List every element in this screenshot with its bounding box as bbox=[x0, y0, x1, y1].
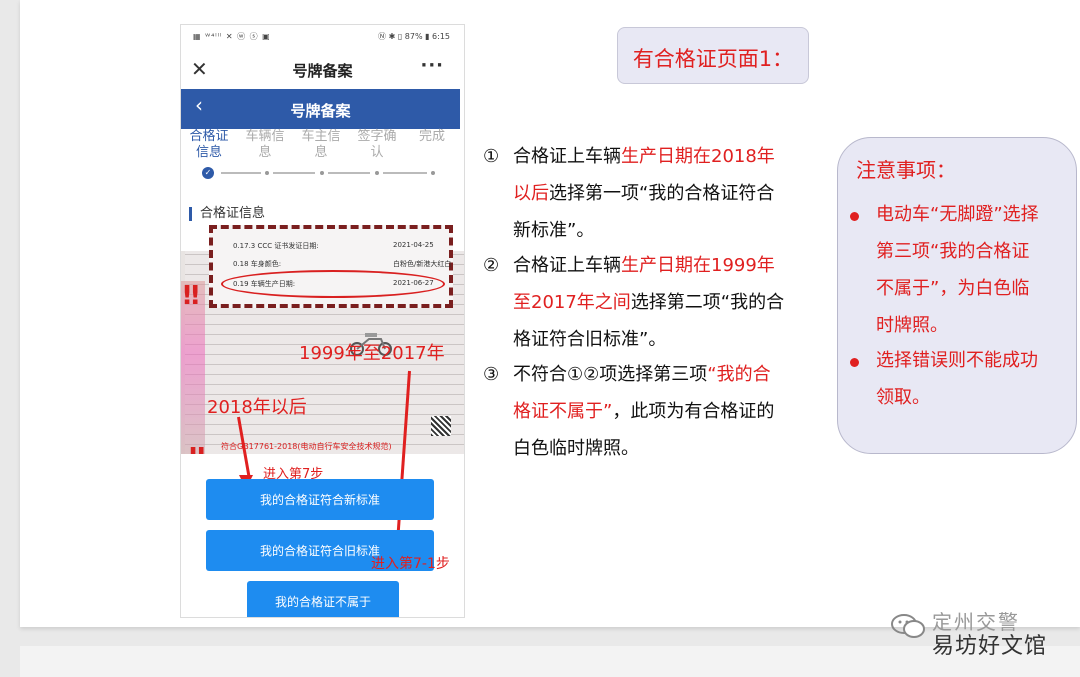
section-title: 合格证信息 bbox=[189, 207, 265, 221]
page-header: ‹ 号牌备案 bbox=[181, 89, 460, 129]
text-span: 合格证上车辆 bbox=[513, 146, 621, 167]
watermark: 定州交警 易坊好文馆 bbox=[890, 606, 1070, 666]
step-complete[interactable]: 完成 bbox=[406, 129, 458, 145]
step-vehicle-info[interactable]: 车辆信 息 bbox=[239, 129, 291, 161]
text-span: 不符合①②项选择第三项 bbox=[513, 364, 708, 385]
bullet-icon bbox=[850, 212, 859, 221]
step-label: 信息 bbox=[195, 145, 222, 160]
text-span: 白色临时牌照。 bbox=[513, 438, 639, 459]
step-label: 息 bbox=[314, 145, 328, 160]
text-span-highlight: 生产日期在1999年 bbox=[621, 255, 775, 276]
text-span: 新标准”。 bbox=[513, 220, 595, 241]
step-sign-confirm[interactable]: 签字确 认 bbox=[351, 129, 403, 161]
progress-dot bbox=[431, 171, 435, 175]
progress-line bbox=[328, 172, 370, 174]
text-line: 第三项“我的合格证 bbox=[876, 241, 1030, 262]
watermark-site: 易坊好文馆 bbox=[932, 634, 1048, 659]
text-span: 选择第一项“我的合格证符合 bbox=[549, 183, 775, 204]
item-number: ③ bbox=[483, 364, 500, 385]
step-owner-info[interactable]: 车主信 息 bbox=[295, 129, 347, 161]
text-line: 不符合①②项选择第三项“我的合 bbox=[513, 356, 774, 393]
text-line: 合格证上车辆生产日期在2018年 bbox=[513, 138, 775, 175]
status-bar: ▦ ᵂ⁴ˡˡˡ ✕ ⓦ ⓢ ▣ Ⓝ ✱ ▯ 87% ▮ 6:15 bbox=[181, 25, 464, 47]
text-line: 领取。 bbox=[876, 387, 930, 408]
step-label: 认 bbox=[370, 145, 384, 160]
text-line: 格证符合旧标准”。 bbox=[513, 321, 784, 358]
step-label: 合格证 bbox=[189, 129, 229, 144]
text-line: 选择错误则不能成功 bbox=[876, 350, 1038, 371]
text-span-highlight: 以后 bbox=[513, 183, 549, 204]
progress-dot bbox=[265, 171, 269, 175]
new-standard-button[interactable]: 我的合格证符合新标准 bbox=[206, 479, 434, 520]
bullet-icon bbox=[850, 358, 859, 367]
step-label: 车主信 bbox=[301, 129, 341, 144]
cert-label: 0.17.3 CCC 证书发证日期: bbox=[233, 242, 319, 250]
text-span-highlight: 生产日期在2018年 bbox=[621, 146, 775, 167]
text-line: 时牌照。 bbox=[876, 315, 948, 336]
notice-box: 注意事项： 电动车“无脚蹬”选择 第三项“我的合格证 不属于”，为白色临 时牌照… bbox=[837, 137, 1077, 454]
text-span-highlight: 至2017年之间 bbox=[513, 292, 631, 313]
progress-dot bbox=[320, 171, 324, 175]
phone-screenshot: ▦ ᵂ⁴ˡˡˡ ✕ ⓦ ⓢ ▣ Ⓝ ✱ ▯ 87% ▮ 6:15 ✕ 号牌备案 … bbox=[180, 24, 465, 618]
more-icon[interactable]: ··· bbox=[420, 55, 444, 76]
text-span: ，此项为有合格证的 bbox=[612, 401, 775, 422]
step-label: 车辆信 bbox=[245, 129, 285, 144]
status-icons-left: ▦ ᵂ⁴ˡˡˡ ✕ ⓦ ⓢ ▣ bbox=[193, 32, 271, 41]
progress-line bbox=[383, 172, 427, 174]
not-belong-button[interactable]: 我的合格证不属于 bbox=[247, 581, 399, 617]
wechat-icon bbox=[891, 614, 925, 638]
text-line: 以后选择第一项“我的合格证符合 bbox=[513, 175, 775, 212]
cert-value: 白粉色/新港大红白 bbox=[393, 260, 452, 268]
cert-value: 2021-04-25 bbox=[393, 241, 434, 249]
text-line: 格证不属于”，此项为有合格证的 bbox=[513, 393, 774, 430]
annotation-step7-1: 进入第7-1步 bbox=[371, 556, 450, 572]
status-icons-right: Ⓝ ✱ ▯ 87% ▮ 6:15 bbox=[378, 32, 450, 41]
notice-title: 注意事项： bbox=[856, 158, 956, 182]
text-span: 格证符合旧标准”。 bbox=[513, 329, 667, 350]
cert-label: 0.18 车身颜色: bbox=[233, 260, 282, 268]
cert-row: 0.17.3 CCC 证书发证日期: 2021-04-25 bbox=[233, 241, 434, 251]
check-icon: ✓ bbox=[202, 167, 214, 179]
notice-item-2: 选择错误则不能成功 领取。 bbox=[876, 342, 1038, 416]
qr-code bbox=[431, 416, 451, 436]
warning-icon: ‼ bbox=[189, 443, 205, 454]
text-span: 选择第二项“我的合 bbox=[630, 292, 785, 313]
text-line: 电动车“无脚蹬”选择 bbox=[876, 204, 1039, 225]
text-span: 合格证上车辆 bbox=[513, 255, 621, 276]
warning-icon: ‼ bbox=[183, 281, 200, 311]
heading-box: 有合格证页面1： bbox=[617, 27, 809, 84]
production-date-highlight bbox=[221, 270, 445, 298]
heading-text: 有合格证页面1： bbox=[632, 47, 794, 71]
progress-dot bbox=[375, 171, 379, 175]
item-number: ① bbox=[483, 146, 500, 167]
text-line: 新标准”。 bbox=[513, 212, 775, 249]
step-label: 签字确 bbox=[357, 129, 397, 144]
text-line: 白色临时牌照。 bbox=[513, 430, 774, 467]
standard-note: 符合GB17761-2018(电动自行车安全技术规范) bbox=[221, 442, 392, 451]
text-span-highlight: “我的合 bbox=[707, 364, 771, 385]
item-text: 不符合①②项选择第三项“我的合 格证不属于”，此项为有合格证的 白色临时牌照。 bbox=[513, 356, 774, 467]
text-line: 合格证上车辆生产日期在1999年 bbox=[513, 247, 784, 284]
text-line: 不属于”，为白色临 bbox=[876, 278, 1030, 299]
page-title: 号牌备案 bbox=[290, 102, 351, 120]
text-span-highlight: 格证不属于” bbox=[513, 401, 613, 422]
step-progress: ✓ bbox=[181, 167, 464, 181]
step-cert-info[interactable]: 合格证 信息 bbox=[183, 129, 235, 161]
text-line: 至2017年之间选择第二项“我的合 bbox=[513, 284, 784, 321]
item-text: 合格证上车辆生产日期在2018年 以后选择第一项“我的合格证符合 新标准”。 bbox=[513, 138, 775, 249]
item-text: 合格证上车辆生产日期在1999年 至2017年之间选择第二项“我的合 格证符合旧… bbox=[513, 247, 784, 358]
app-nav-bar: ✕ 号牌备案 ··· bbox=[181, 55, 464, 85]
annotation-after-2018: 2018年以后 bbox=[207, 397, 307, 418]
step-label: 完成 bbox=[418, 129, 445, 144]
progress-line bbox=[221, 172, 261, 174]
progress-line bbox=[273, 172, 315, 174]
notice-item-1: 电动车“无脚蹬”选择 第三项“我的合格证 不属于”，为白色临 时牌照。 bbox=[876, 196, 1039, 344]
item-number: ② bbox=[483, 255, 500, 276]
cert-row: 0.18 车身颜色: 白粉色/新港大红白 bbox=[233, 259, 451, 269]
annotation-1999-2017: 1999年至2017年 bbox=[299, 343, 445, 364]
step-label: 息 bbox=[258, 145, 272, 160]
